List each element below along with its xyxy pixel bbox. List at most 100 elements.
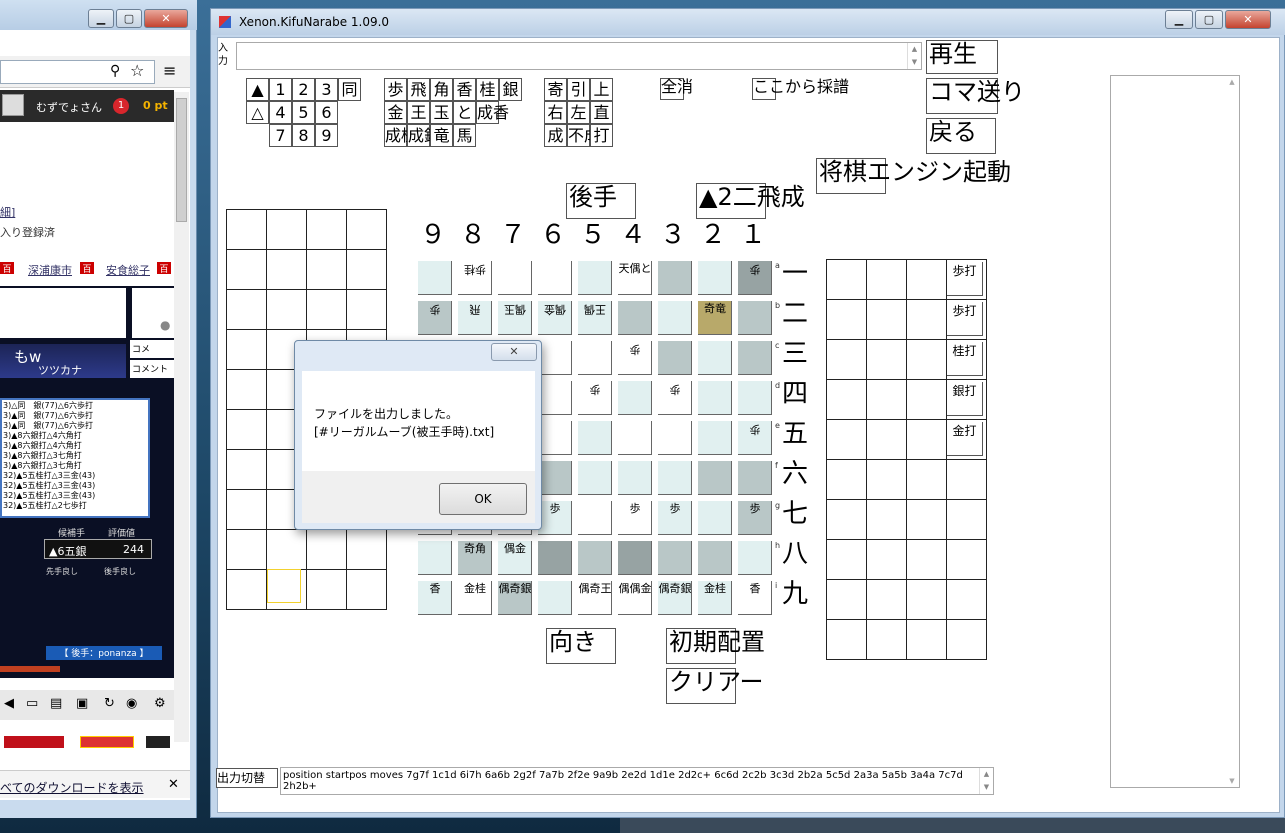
close-button[interactable]: ✕ <box>1225 10 1271 29</box>
grid-button[interactable]: 歩 <box>384 78 407 101</box>
tag-link[interactable]: 深浦康市 <box>28 262 72 278</box>
grid-button[interactable]: 引 <box>567 78 590 101</box>
hand-cell[interactable] <box>906 579 947 620</box>
board-square[interactable] <box>536 579 576 619</box>
grid-button[interactable]: 竜 <box>430 124 453 147</box>
grid-button[interactable]: 7 <box>269 124 292 147</box>
hand-cell[interactable] <box>866 619 907 660</box>
shogi-piece[interactable]: 歩 <box>538 503 572 515</box>
hand-cell[interactable] <box>226 449 267 490</box>
hand-cell[interactable]: 金打 <box>946 419 987 460</box>
board-square[interactable]: 偶金 <box>496 539 536 579</box>
hand-cell[interactable] <box>826 299 867 340</box>
board-square[interactable] <box>616 459 656 499</box>
board-square[interactable]: 歩 <box>616 499 656 539</box>
close-button[interactable]: ✕ <box>144 9 188 28</box>
board-square[interactable]: 天偶と <box>616 259 656 299</box>
shogi-piece[interactable]: 歩桂 <box>458 263 492 276</box>
hand-cell[interactable] <box>306 249 347 290</box>
notice-badge[interactable]: 1 <box>113 98 129 114</box>
ad-banner[interactable] <box>4 736 64 748</box>
shogi-piece[interactable]: 香 <box>418 583 452 595</box>
hand-cell[interactable] <box>946 459 987 500</box>
direction-button[interactable]: 向き <box>546 628 616 664</box>
grid-button[interactable]: △ <box>246 101 269 124</box>
hand-cell[interactable] <box>346 569 387 610</box>
grid-button[interactable]: 8 <box>292 124 315 147</box>
ok-button[interactable]: OK <box>439 483 527 515</box>
board-square[interactable]: 偶奇王 <box>576 579 616 619</box>
hand-cell[interactable] <box>906 299 947 340</box>
zoom-icon[interactable]: ⚲ <box>110 63 120 79</box>
shogi-piece[interactable]: 偶金 <box>498 543 532 555</box>
grid-button[interactable]: 同 <box>338 78 361 101</box>
all-clear-button[interactable]: 全消 <box>660 78 693 100</box>
hand-cell[interactable] <box>826 539 867 580</box>
board-square[interactable] <box>656 259 696 299</box>
hand-cell[interactable] <box>906 339 947 380</box>
hand-cell[interactable] <box>866 459 907 500</box>
hand-cell[interactable] <box>346 529 387 570</box>
grid-button[interactable]: 1 <box>269 78 292 101</box>
hand-cell[interactable] <box>866 339 907 380</box>
shogi-piece[interactable]: 飛 <box>458 303 492 316</box>
ad-banner[interactable] <box>146 736 170 748</box>
grid-button[interactable]: 打 <box>590 124 613 147</box>
board-square[interactable] <box>416 539 456 579</box>
grid-button[interactable]: 不成 <box>567 124 600 147</box>
menu-icon[interactable]: ≡ <box>163 61 176 80</box>
board-square[interactable]: 歩桂 <box>456 259 496 299</box>
hand-cell[interactable] <box>906 499 947 540</box>
board-square[interactable]: 金桂 <box>456 579 496 619</box>
board-square[interactable]: 金桂 <box>696 579 736 619</box>
shogi-piece[interactable]: 偶偶金 <box>618 583 652 595</box>
board-square[interactable]: 歩 <box>536 499 576 539</box>
grid-button[interactable]: 王 <box>407 101 430 124</box>
board-square[interactable]: 奇竜 <box>696 299 736 339</box>
grid-button[interactable]: 桂 <box>476 78 499 101</box>
output-toggle-button[interactable]: 出力切替 <box>216 768 278 788</box>
hand-cell[interactable] <box>866 579 907 620</box>
play-button[interactable]: 再生 <box>926 40 998 74</box>
hand-cell[interactable] <box>826 459 867 500</box>
hand-cell[interactable] <box>266 289 307 330</box>
grid-button[interactable]: 上 <box>590 78 613 101</box>
clear-button[interactable]: クリアー <box>666 668 764 704</box>
grid-button[interactable]: 直 <box>590 101 613 124</box>
board-square[interactable] <box>696 499 736 539</box>
board-square[interactable]: 偶金 <box>536 299 576 339</box>
hand-cell[interactable] <box>306 569 347 610</box>
shogi-piece[interactable]: 偶金 <box>538 303 572 316</box>
hand-cell[interactable] <box>266 249 307 290</box>
board-square[interactable]: 王偶 <box>576 299 616 339</box>
board-square[interactable]: c <box>736 339 779 379</box>
hand-cell[interactable] <box>946 499 987 540</box>
board-square[interactable] <box>576 339 616 379</box>
hand-cell[interactable]: 歩打 <box>946 299 987 340</box>
shogi-piece[interactable]: 偶奇銀 <box>658 583 692 595</box>
shogi-piece[interactable]: 香 <box>738 583 772 595</box>
grid-button[interactable]: と <box>453 101 476 124</box>
grid-button[interactable]: 馬 <box>453 124 476 147</box>
board-square[interactable] <box>496 259 536 299</box>
side-panel[interactable]: ▲ ▼ <box>1110 75 1240 788</box>
hand-cell[interactable] <box>866 259 907 300</box>
input-scrollbar[interactable]: ▲ ▼ <box>907 43 921 69</box>
hand-cell[interactable]: 歩打 <box>946 259 987 300</box>
hand-cell[interactable] <box>306 209 347 250</box>
engine-button[interactable]: 将棋エンジン起動 <box>816 158 1011 194</box>
board-square[interactable]: 歩 <box>576 379 616 419</box>
close-icon[interactable]: ✕ <box>168 777 179 792</box>
hand-cell[interactable] <box>826 579 867 620</box>
grid-button[interactable]: 角 <box>430 78 453 101</box>
hand-cell[interactable] <box>266 209 307 250</box>
grid-button[interactable]: 銀 <box>499 78 522 101</box>
board-square[interactable] <box>696 419 736 459</box>
board-square[interactable] <box>616 299 656 339</box>
grid-button[interactable]: 成桂 <box>384 124 417 147</box>
grid-button[interactable]: 右 <box>544 101 567 124</box>
grid-button[interactable]: 9 <box>315 124 338 147</box>
hand-cell[interactable]: 桂打 <box>946 339 987 380</box>
hand-cell[interactable] <box>226 209 267 250</box>
comment-tab[interactable]: コメント <box>130 360 174 378</box>
